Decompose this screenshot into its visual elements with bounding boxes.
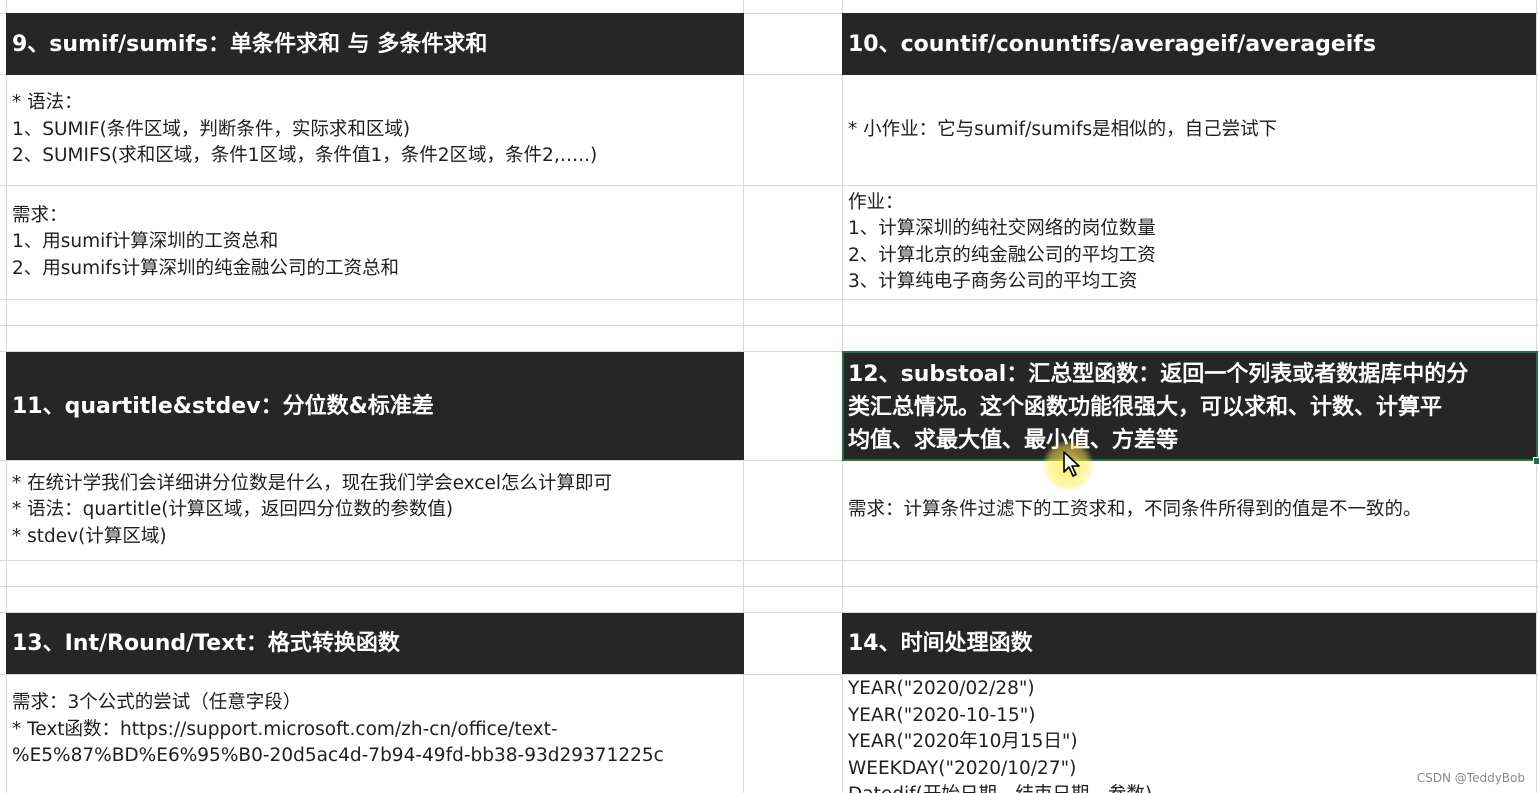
section-11-body-cell[interactable]: * 在统计学我们会详细讲分位数是什么，现在我们学会excel怎么计算即可 * 语… <box>6 461 743 560</box>
section-11-header[interactable]: 11、quartitle&stdev：分位数&标准差 <box>6 352 744 460</box>
section-10-header[interactable]: 10、countif/conuntifs/averageif/averageif… <box>842 13 1536 75</box>
section-9-syntax-cell[interactable]: * 语法： 1、SUMIF(条件区域，判断条件，实际求和区域) 2、SUMIFS… <box>6 75 743 185</box>
section-12-header[interactable]: 12、substoal：汇总型函数：返回一个列表或者数据库中的分 类汇总情况。这… <box>842 352 1536 460</box>
section-10-homework-cell[interactable]: 作业： 1、计算深圳的纯社交网络的岗位数量 2、计算北京的纯金融公司的平均工资 … <box>842 186 1536 299</box>
section-9-header[interactable]: 9、sumif/sumifs：单条件求和 与 多条件求和 <box>6 13 744 75</box>
section-13-header[interactable]: 13、Int/Round/Text：格式转换函数 <box>6 613 744 674</box>
mouse-cursor-icon <box>1063 451 1080 477</box>
section-10-task-cell[interactable]: * 小作业：它与sumif/sumifs是相似的，自己尝试下 <box>842 75 1536 185</box>
grid-row-line <box>0 586 1539 587</box>
grid-row-line <box>0 299 1539 300</box>
grid-row-line <box>0 560 1539 561</box>
section-9-needs-cell[interactable]: 需求： 1、用sumif计算深圳的工资总和 2、用sumifs计算深圳的纯金融公… <box>6 186 743 299</box>
section-12-body-cell[interactable]: 需求：计算条件过滤下的工资求和，不同条件所得到的值是不一致的。 <box>842 461 1536 560</box>
watermark: CSDN @TeddyBob <box>1416 771 1525 785</box>
grid-col-line <box>1536 0 1537 793</box>
section-13-body-cell[interactable]: 需求：3个公式的尝试（任意字段） * Text函数：https://suppor… <box>6 675 743 785</box>
grid-row-line <box>0 325 1539 326</box>
section-14-header[interactable]: 14、时间处理函数 <box>842 613 1536 674</box>
